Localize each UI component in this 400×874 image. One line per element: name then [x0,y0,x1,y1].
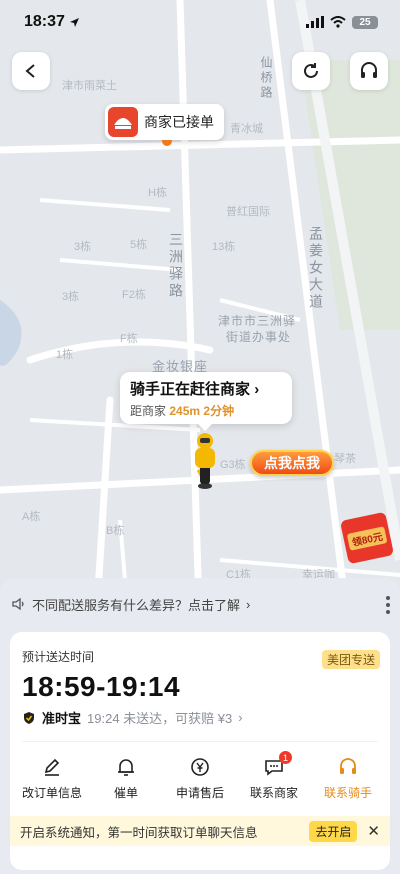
action-bar: 改订单信息 催单 申请售后 1 联系商家 联系骑手 [10,742,390,801]
contact-merchant-button[interactable]: 1 联系商家 [238,751,310,801]
map-label: 孟姜女大道 [308,226,324,311]
map-label: 津市雨菜土 [62,80,117,92]
contact-rider-button[interactable]: 联系骑手 [312,756,384,801]
red-packet-label: 领80元 [347,525,387,551]
map-label: H栋 [148,187,167,199]
map[interactable]: 津市雨菜土 仙桥路 青冰城 H栋 普红国际 3栋 5栋 13栋 三洲驿路 孟姜女… [0,0,400,640]
map-label: 3栋 [62,291,80,303]
rider-icon [195,433,215,489]
location-arrow-icon [69,17,79,27]
distance-prefix: 距商家 [130,404,167,418]
map-label: F2栋 [122,289,146,301]
merchant-status-pin[interactable]: 商家已接单 [105,104,224,140]
map-label: F栋 [120,333,138,345]
guarantee-desc: 19:24 未送达，可获赔 ¥3 [87,711,233,726]
map-label: 仙桥路 [259,56,273,101]
guarantee-name: 准时宝 [42,711,82,726]
refresh-button[interactable] [292,52,330,90]
urge-order-label: 催单 [113,786,138,800]
yen-icon [191,758,209,776]
system-notification-banner: 开启系统通知，第一时间获取订单聊天信息 去开启 ✕ [10,816,390,846]
wifi-icon [330,16,346,28]
refresh-icon [304,63,318,78]
system-notice-text: 开启系统通知，第一时间获取订单聊天信息 [20,825,258,840]
more-icon[interactable] [386,596,390,614]
contact-merchant-label: 联系商家 [249,786,298,800]
unread-badge: 1 [279,751,292,764]
merchant-status-text: 商家已接单 [144,114,214,130]
promo-button[interactable]: 点我点我 [250,450,334,476]
delivery-notice[interactable]: 不同配送服务有什么差异？点击了解 › [0,578,400,630]
map-label: 三洲驿路 [168,232,184,300]
enable-notification-button[interactable]: 去开启 [309,820,358,842]
status-bar: 18:37 25 [0,0,400,44]
map-label: 5栋 [130,239,148,251]
chevron-right-icon: › [254,381,260,398]
customer-service-button[interactable] [350,52,388,90]
rider-status-bubble[interactable]: 骑手正在赶往商家 › 距商家 245m 2分钟 [120,372,292,431]
map-label: G3栋 [220,459,246,471]
delivery-type-badge: 美团专送 [321,650,380,669]
rider-eta: 2分钟 [203,404,235,418]
signal-icon [306,16,324,28]
eta-time: 18:59-19:14 [22,671,181,702]
chevron-right-icon: › [238,710,243,725]
after-sale-button[interactable]: 申请售后 [164,756,236,801]
map-label: 青冰城 [230,123,263,135]
map-label: B栋 [106,525,125,537]
rider-distance: 245m [169,404,201,418]
close-icon[interactable]: ✕ [367,822,380,840]
map-label: 街道办事处 [226,330,292,344]
bell-icon [118,759,134,776]
edit-order-label: 改订单信息 [21,786,82,800]
chevron-right-icon: › [246,596,251,612]
status-time: 18:37 [24,13,65,30]
map-label: A栋 [22,511,41,523]
map-roads [0,0,400,640]
map-label: 普红国际 [226,206,270,218]
chevron-left-icon [25,64,35,78]
merchant-logo [108,107,138,137]
battery-icon: 25 [352,15,378,29]
order-card: 预计送达时间 美团专送 18:59-19:14 准时宝 19:24 未送达，可获… [10,632,390,870]
map-label: 13栋 [212,241,236,253]
contact-rider-label: 联系骑手 [323,786,372,800]
red-packet-button[interactable]: 领80元 [339,511,395,565]
after-sale-label: 申请售后 [175,786,224,800]
back-button[interactable] [12,52,50,90]
headset-icon [361,62,377,78]
headset-icon [340,758,356,774]
edit-icon [44,758,60,776]
on-time-guarantee[interactable]: 准时宝 19:24 未送达，可获赔 ¥3 › [22,708,378,727]
map-label: 津市市三洲驿 [218,314,297,328]
speaker-icon [12,597,24,611]
delivery-notice-text: 不同配送服务有什么差异？点击了解 [32,597,241,613]
edit-order-button[interactable]: 改订单信息 [16,756,88,801]
order-sheet[interactable]: 不同配送服务有什么差异？点击了解 › 预计送达时间 美团专送 18:59-19:… [0,578,400,874]
map-label: 3栋 [74,241,92,253]
urge-order-button[interactable]: 催单 [90,756,162,801]
map-label: 琴茶 [334,453,356,465]
shield-check-icon [24,711,34,724]
rider-status-title: 骑手正在赶往商家 [130,381,251,398]
map-label: 1栋 [56,349,74,361]
